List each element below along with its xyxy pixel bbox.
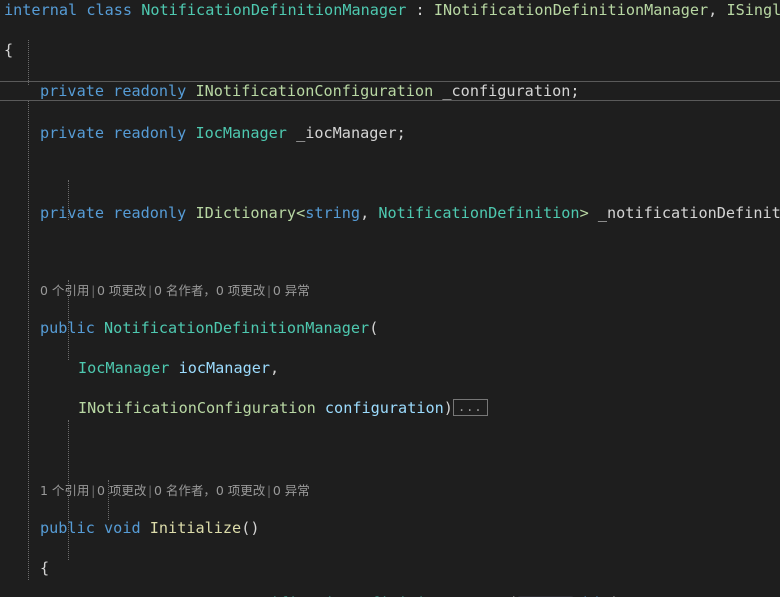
code-line-text: private readonly INotificationConfigurat… <box>0 82 580 100</box>
code-line-text: { <box>0 558 49 578</box>
code-line-text: { <box>0 40 13 60</box>
token-type: NotificationDefinition <box>378 204 580 222</box>
codelens-authors[interactable]: 0 名作者，0 项更改 <box>154 283 265 298</box>
code-lines[interactable]: internal class NotificationDefinitionMan… <box>0 0 780 597</box>
codelens-separator: | <box>89 483 97 498</box>
codelens-changes[interactable]: 0 项更改 <box>97 483 146 498</box>
codelens-separator: | <box>89 283 97 298</box>
token-parameter: configuration <box>324 399 444 417</box>
token-field: _iocManager; <box>296 124 406 142</box>
codelens-annotation[interactable]: 1 个引用|0 项更改|0 名作者，0 项更改|0 异常 <box>0 480 780 500</box>
code-line[interactable]: INotificationConfiguration configuration… <box>0 398 780 418</box>
token-interface: INotificationDefinitionManager <box>433 1 709 19</box>
code-line-text: var context = new NotificationDefinition… <box>0 593 629 597</box>
code-line[interactable]: public NotificationDefinitionManager( <box>0 318 780 338</box>
codelens-changes[interactable]: 0 项更改 <box>97 283 146 298</box>
codelens-text: 0 个引用|0 项更改|0 名作者，0 项更改|0 异常 <box>0 280 310 301</box>
token-keyword: readonly <box>113 204 187 222</box>
code-line-text: private readonly IocManager _iocManager; <box>0 123 406 143</box>
token-field: _notificationDefiniti <box>597 204 780 222</box>
code-line[interactable]: private readonly IocManager _iocManager; <box>0 123 780 143</box>
token-keyword: public <box>40 519 95 537</box>
code-line-text: private readonly IDictionary<string, Not… <box>0 203 780 223</box>
code-line[interactable]: internal class NotificationDefinitionMan… <box>0 0 780 20</box>
token-punct: > <box>579 204 589 222</box>
token-constructor: NotificationDefinitionManager <box>104 319 370 337</box>
code-line[interactable]: IocManager iocManager, <box>0 358 780 378</box>
code-line[interactable]: var context = new NotificationDefinition… <box>0 593 780 597</box>
codelens-annotation[interactable]: 0 个引用|0 项更改|0 名作者，0 项更改|0 异常 <box>0 280 780 300</box>
token-punct: ) <box>443 399 453 417</box>
codelens-exceptions[interactable]: 0 异常 <box>273 283 310 298</box>
token-keyword: void <box>104 519 141 537</box>
token-keyword: private <box>40 82 105 100</box>
codelens-authors[interactable]: 0 名作者，0 项更改 <box>154 483 265 498</box>
token-brace: { <box>4 41 14 59</box>
token-brace: { <box>40 559 50 577</box>
codelens-references[interactable]: 1 个引用 <box>40 483 89 498</box>
token-field: _configuration; <box>442 82 580 100</box>
token-punct: : <box>415 1 425 19</box>
code-line-text: internal class NotificationDefinitionMan… <box>0 0 780 20</box>
token-keyword: string <box>305 204 361 222</box>
token-keyword: private <box>40 204 105 222</box>
code-line[interactable]: { <box>0 40 780 60</box>
code-line-text: public void Initialize() <box>0 518 260 538</box>
token-interface: INotificationConfiguration <box>195 82 434 100</box>
codelens-separator: | <box>265 283 273 298</box>
code-line[interactable]: private readonly IDictionary<string, Not… <box>0 203 780 223</box>
token-type: IocManager <box>78 359 170 377</box>
token-interface: IDictionary< <box>195 204 306 222</box>
token-interface: INotificationConfiguration <box>78 399 316 417</box>
codelens-references[interactable]: 0 个引用 <box>40 283 89 298</box>
token-type: IocManager <box>195 124 287 142</box>
token-keyword: class <box>86 1 133 19</box>
token-parameter: iocManager <box>178 359 271 377</box>
codelens-separator: | <box>146 283 154 298</box>
code-editor[interactable]: internal class NotificationDefinitionMan… <box>0 0 780 597</box>
code-line-text: IocManager iocManager, <box>0 358 279 378</box>
collapsed-block-button[interactable]: ... <box>452 399 488 416</box>
token-type: NotificationDefinitionManager <box>141 1 407 19</box>
token-punct: ( <box>369 319 379 337</box>
code-line-blank[interactable] <box>0 243 780 263</box>
code-line-text: public NotificationDefinitionManager( <box>0 318 378 338</box>
code-line-blank[interactable] <box>0 163 780 183</box>
codelens-separator: | <box>265 483 273 498</box>
token-keyword: readonly <box>113 124 187 142</box>
token-punct: , <box>360 204 379 222</box>
token-keyword: internal <box>4 1 78 19</box>
code-line-current[interactable]: private readonly INotificationConfigurat… <box>0 81 780 101</box>
codelens-separator: | <box>146 483 154 498</box>
code-line-text: INotificationConfiguration configuration… <box>0 398 488 418</box>
codelens-exceptions[interactable]: 0 异常 <box>273 483 310 498</box>
code-line[interactable]: public void Initialize() <box>0 518 780 538</box>
token-method: Initialize <box>149 519 242 537</box>
token-interface: ISingle <box>726 1 780 19</box>
token-keyword: public <box>40 319 95 337</box>
token-punct: , <box>708 1 718 19</box>
token-keyword: readonly <box>113 82 187 100</box>
token-punct: , <box>270 359 280 377</box>
token-punct: () <box>241 519 260 537</box>
code-line-blank[interactable] <box>0 438 780 458</box>
codelens-text: 1 个引用|0 项更改|0 名作者，0 项更改|0 异常 <box>0 480 310 501</box>
token-keyword: private <box>40 124 105 142</box>
code-line[interactable]: { <box>0 558 780 578</box>
